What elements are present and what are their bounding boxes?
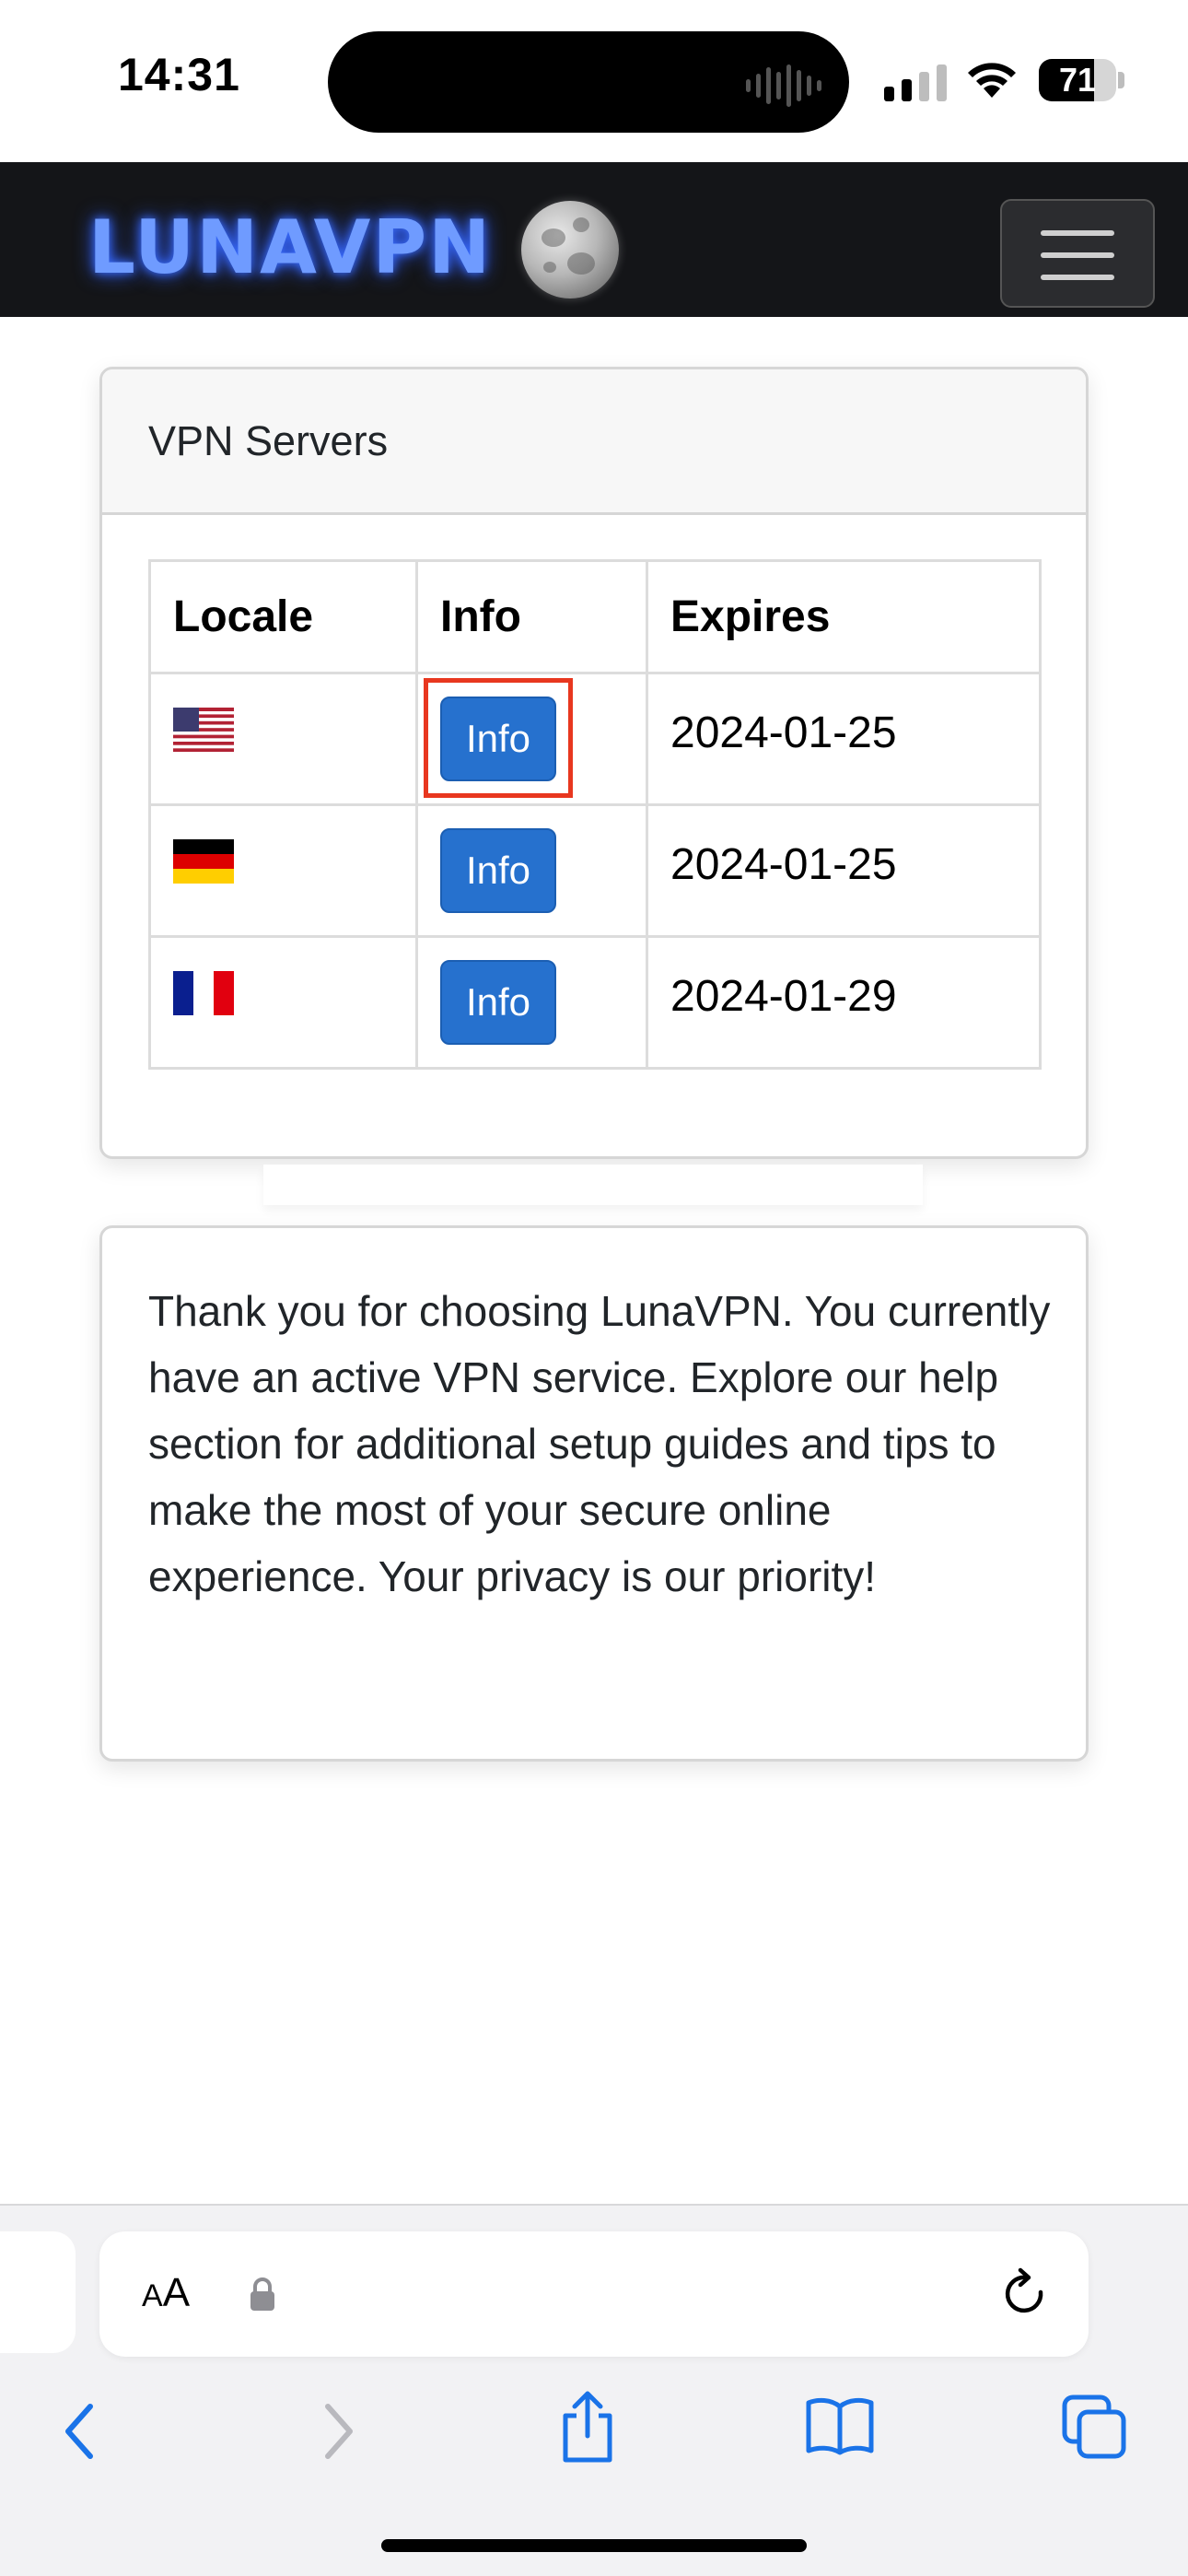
info-cell: Info [415,672,648,806]
table-row: Info 2024-01-29 [148,935,1042,1070]
reader-settings-button[interactable]: AA [142,2270,190,2316]
reload-icon[interactable] [1000,2265,1052,2322]
de-flag-icon [173,839,234,884]
browser-toolbar [0,2381,1188,2491]
hamburger-icon [1041,230,1114,236]
table-row: Info 2024-01-25 [148,672,1042,806]
bookmarks-icon[interactable] [805,2394,875,2458]
expires-cell: 2024-01-25 [646,803,1042,938]
info-button-fr[interactable]: Info [440,960,556,1045]
column-header-locale: Locale [148,559,418,674]
table-header-row: Locale Info Expires [148,559,1042,674]
forward-icon[interactable] [319,2399,359,2464]
wifi-icon [968,63,1016,98]
menu-toggle-button[interactable] [1000,199,1155,308]
battery-level: 71 [1058,61,1097,99]
browser-bottom-bar: AA [0,2204,1188,2576]
previous-tab-preview[interactable] [0,2231,76,2353]
moon-icon [521,201,619,299]
fr-flag-icon [173,971,234,1015]
locale-cell [148,803,418,938]
locale-cell [148,935,418,1070]
status-bar: 14:31 71 [0,0,1188,162]
lock-icon [250,2277,274,2311]
share-icon[interactable] [558,2388,617,2465]
back-icon[interactable] [59,2399,99,2464]
status-time: 14:31 [118,49,240,100]
card-title: VPN Servers [102,369,1086,515]
audio-wave-icon [746,64,821,107]
brand-logo-text[interactable]: LUNAVPN [88,205,492,290]
column-header-info: Info [415,559,648,674]
welcome-message-text: Thank you for choosing LunaVPN. You curr… [148,1287,1051,1600]
cellular-signal-icon [884,64,947,101]
tabs-icon[interactable] [1061,2394,1127,2460]
us-flag-icon [173,708,234,752]
info-button-de[interactable]: Info [440,828,556,913]
column-header-expires: Expires [646,559,1042,674]
home-indicator[interactable] [381,2539,807,2552]
locale-cell [148,672,418,806]
battery-icon: 71 [1039,59,1116,101]
vpn-servers-card: VPN Servers Locale Info Expires Info 202… [99,367,1089,1159]
expires-cell: 2024-01-29 [646,935,1042,1070]
dynamic-island [328,31,849,133]
battery-cap [1118,72,1124,88]
table-row: Info 2024-01-25 [148,803,1042,938]
clipped-content-strip [263,1165,923,1205]
address-bar[interactable]: AA [99,2231,1089,2357]
servers-table: Locale Info Expires Info 2024-01-25 Info… [148,559,1042,1070]
expires-cell: 2024-01-25 [646,672,1042,806]
info-cell: Info [415,935,648,1070]
info-cell: Info [415,803,648,938]
navbar: LUNAVPN [0,162,1188,317]
welcome-message-card: Thank you for choosing LunaVPN. You curr… [99,1225,1089,1762]
info-button-us[interactable]: Info [440,697,556,781]
